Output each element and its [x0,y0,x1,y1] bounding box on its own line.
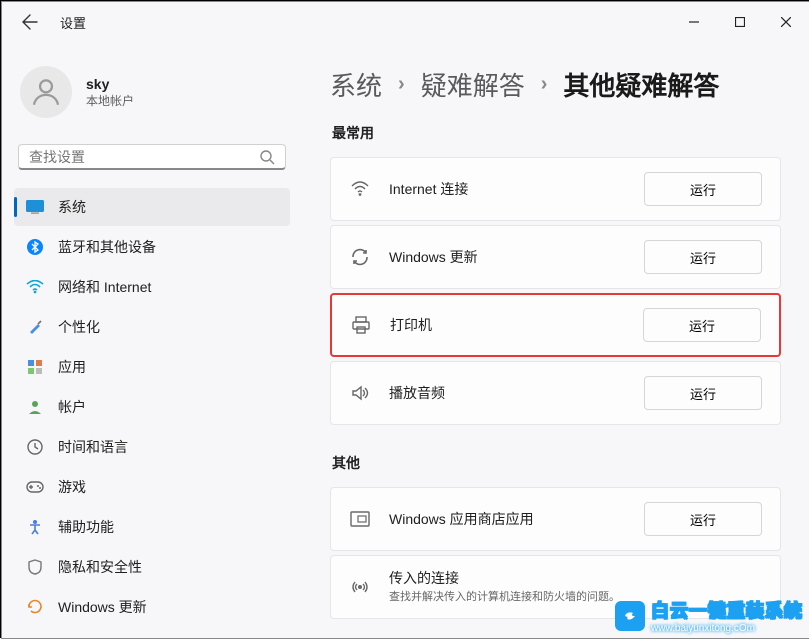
card-printer: 打印机 运行 [330,293,781,357]
run-button[interactable]: 运行 [644,502,762,536]
card-title: 打印机 [390,315,625,335]
sidebar-item-label: 个性化 [58,317,100,337]
search-icon [259,149,275,165]
sidebar-item-label: 蓝牙和其他设备 [58,237,156,257]
sidebar-item-accounts[interactable]: 帐户 [14,388,290,426]
avatar [20,66,72,118]
breadcrumb-troubleshoot[interactable]: 疑难解答 [421,66,525,103]
sidebar-item-windows-update[interactable]: Windows 更新 [14,588,290,626]
sidebar-item-time-language[interactable]: 时间和语言 [14,428,290,466]
sidebar-item-apps[interactable]: 应用 [14,348,290,386]
sidebar-item-network[interactable]: 网络和 Internet [14,268,290,306]
sidebar-item-bluetooth[interactable]: 蓝牙和其他设备 [14,228,290,266]
sidebar-item-label: 系统 [58,197,86,217]
watermark-url: www.baiyunxitong.cOm [651,623,803,634]
sidebar-item-label: 帐户 [58,397,86,417]
run-button[interactable]: 运行 [644,376,762,410]
card-title: Internet 连接 [389,179,626,199]
minimize-button[interactable] [671,2,717,42]
shield-icon [26,558,44,576]
breadcrumb: 系统 › 疑难解答 › 其他疑难解答 [330,66,781,103]
watermark-text: 白云一键重装系统 [651,597,803,623]
sidebar-item-system[interactable]: 系统 [14,188,290,226]
wifi-icon [26,278,44,296]
section-title-other: 其他 [332,453,781,473]
run-button[interactable]: 运行 [643,308,761,342]
card-windows-update: Windows 更新 运行 [330,225,781,289]
printer-icon [350,314,372,336]
wifi-icon [349,178,371,200]
sidebar: sky 本地帐户 系统 蓝牙和其他设备 网络和 I [2,42,302,638]
user-block[interactable]: sky 本地帐户 [14,60,290,132]
app-title: 设置 [60,13,86,32]
antenna-icon [349,576,371,598]
watermark-logo-icon [615,601,645,631]
nav: 系统 蓝牙和其他设备 网络和 Internet 个性化 应用 [14,188,290,626]
update-icon [26,598,44,616]
user-name: sky [86,76,134,92]
section-title-frequent: 最常用 [332,123,781,143]
account-icon [26,398,44,416]
card-store-apps: Windows 应用商店应用 运行 [330,487,781,551]
maximize-icon [735,17,745,27]
sidebar-item-label: 时间和语言 [58,437,128,457]
sidebar-item-label: 游戏 [58,477,86,497]
system-icon [26,198,44,216]
titlebar: 设置 [2,2,809,42]
sidebar-item-privacy[interactable]: 隐私和安全性 [14,548,290,586]
watermark: 白云一键重装系统 www.baiyunxitong.cOm [615,597,803,634]
card-internet-connection: Internet 连接 运行 [330,157,781,221]
frequent-cards: Internet 连接 运行 Windows 更新 运行 打印机 运行 播放音频… [330,157,781,425]
maximize-button[interactable] [717,2,763,42]
card-title: Windows 更新 [389,247,626,267]
back-button[interactable] [18,10,42,34]
sidebar-item-label: 应用 [58,357,86,377]
run-button[interactable]: 运行 [644,172,762,206]
card-title: 传入的连接 [389,568,626,588]
breadcrumb-current: 其他疑难解答 [563,66,719,103]
game-icon [26,478,44,496]
settings-window: 设置 sky 本地帐户 [1,1,809,639]
run-button[interactable]: 运行 [644,240,762,274]
user-text: sky 本地帐户 [86,76,134,109]
person-icon [29,75,63,109]
sidebar-item-accessibility[interactable]: 辅助功能 [14,508,290,546]
search-input[interactable] [29,149,259,165]
sidebar-item-gaming[interactable]: 游戏 [14,468,290,506]
close-button[interactable] [763,2,809,42]
body: sky 本地帐户 系统 蓝牙和其他设备 网络和 I [2,42,809,638]
time-icon [26,438,44,456]
card-subtitle: 查找并解决传入的计算机连接和防火墙的问题。 [389,590,626,605]
store-icon [349,508,371,530]
window-controls [671,2,809,42]
card-title: 播放音频 [389,383,626,403]
search-box[interactable] [18,144,286,170]
bluetooth-icon [26,238,44,256]
chevron-right-icon: › [398,73,405,96]
user-account-type: 本地帐户 [86,92,134,109]
sidebar-item-label: 隐私和安全性 [58,557,142,577]
titlebar-left: 设置 [18,10,86,34]
chevron-right-icon: › [541,73,548,96]
main-content: 系统 › 疑难解答 › 其他疑难解答 最常用 Internet 连接 运行 Wi… [302,42,809,638]
card-title: Windows 应用商店应用 [389,509,626,529]
minimize-icon [689,17,699,27]
audio-icon [349,382,371,404]
brush-icon [26,318,44,336]
sidebar-item-label: 网络和 Internet [58,277,151,297]
sidebar-item-label: 辅助功能 [58,517,114,537]
accessibility-icon [26,518,44,536]
sidebar-item-personalization[interactable]: 个性化 [14,308,290,346]
breadcrumb-system[interactable]: 系统 [330,66,382,103]
back-arrow-icon [22,14,38,30]
apps-icon [26,358,44,376]
card-play-audio: 播放音频 运行 [330,361,781,425]
sidebar-item-label: Windows 更新 [58,597,147,617]
close-icon [781,17,791,27]
watermark-text-block: 白云一键重装系统 www.baiyunxitong.cOm [651,597,803,634]
sync-icon [349,246,371,268]
